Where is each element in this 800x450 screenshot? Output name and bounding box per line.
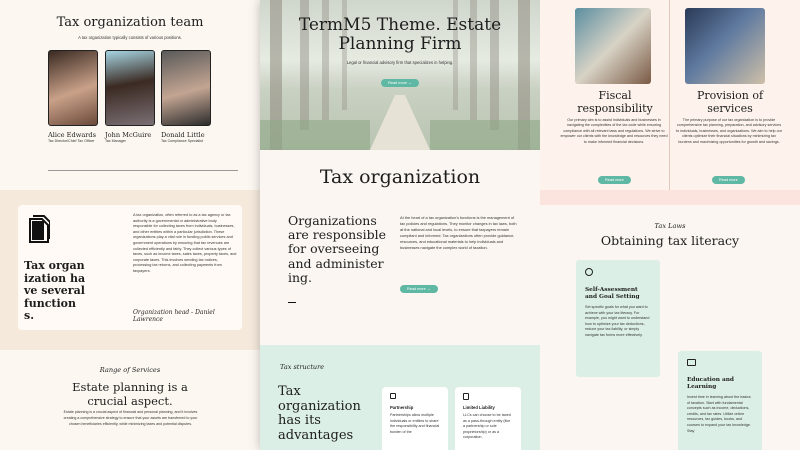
taxorg-section: Tax organization Organizations are respo… [260, 150, 540, 345]
member-name: Donald Little [161, 131, 205, 139]
structure-kicker: Tax structure [280, 363, 325, 371]
hero-title: TermM5 Theme. Estate Planning Firm [298, 15, 502, 54]
feature-image [685, 8, 765, 84]
structure-card: Partnership Partnerships allow multiple … [382, 387, 448, 450]
team-member: John McGuire Tax Manager [105, 50, 157, 144]
column-left: Tax organization team A tax organization… [0, 0, 260, 450]
feature-body: Our primary aim is to assist individuals… [560, 118, 668, 144]
column-right: Fiscal responsibility Our primary aim is… [540, 0, 800, 450]
features-section: Fiscal responsibility Our primary aim is… [540, 0, 800, 205]
taxorg-underline [288, 302, 296, 303]
target-icon [585, 268, 593, 276]
taxorg-body: At the heart of a tax organization's fun… [400, 215, 517, 250]
taxorg-read-more-button[interactable]: Read more → [400, 285, 438, 293]
feature-read-more-button[interactable]: Read more [712, 176, 745, 184]
functions-card: Tax organization have several functions.… [18, 205, 242, 330]
partnership-icon [390, 393, 396, 399]
hero-section: TermM5 Theme. Estate Planning Firm Legal… [260, 0, 540, 150]
member-role: Tax Manager [105, 139, 126, 143]
document-icon [28, 215, 51, 243]
structure-heading: Tax organization has its advantages [278, 384, 361, 443]
card-body: Set specific goals for what you want to … [585, 305, 650, 337]
services-kicker: Range of Services [99, 366, 161, 374]
team-subtitle: A tax organization typically consists of… [78, 35, 182, 40]
avatar [48, 50, 98, 126]
feature-read-more-button[interactable]: Read more [598, 176, 631, 184]
team-section: Tax organization team A tax organization… [0, 0, 260, 190]
team-title: Tax organization team [56, 15, 204, 30]
member-role: Tax Compliance Specialist [161, 139, 203, 143]
feature-title: Fiscal responsibility [577, 89, 653, 115]
monitor-icon [687, 359, 696, 366]
functions-section: Tax organization have several functions.… [0, 190, 260, 350]
team-member: Alice Edwards Tax Director/Chief Tax Off… [48, 50, 100, 144]
feature-card: Provision of services The primary purpos… [670, 0, 800, 190]
divider [48, 170, 238, 171]
avatar [161, 50, 211, 126]
avatar [105, 50, 155, 126]
taxorg-title: Tax organization [319, 166, 481, 188]
services-body: Estate planning is a crucial aspect of f… [63, 410, 198, 426]
card-body: Partnerships allow multiple individuals … [390, 413, 440, 434]
column-center: TermM5 Theme. Estate Planning Firm Legal… [260, 0, 540, 450]
structure-section: Tax structure Tax organization has its a… [260, 345, 540, 450]
member-name: Alice Edwards [48, 131, 97, 139]
card-body: Invest time in learning about the basics… [687, 395, 751, 433]
functions-heading: Tax organization have several functions. [24, 259, 86, 322]
services-section: Range of Services Estate planning is a c… [0, 350, 260, 450]
member-name: John McGuire [105, 131, 152, 139]
card-title: Education and Learning [687, 377, 734, 390]
card-body: LLCs can choose to be taxed as a pass-th… [463, 413, 511, 440]
team-member: Donald Little Tax Compliance Specialist [161, 50, 221, 144]
structure-card: Limited Liability LLCs can choose to be … [455, 387, 521, 450]
lock-icon [463, 393, 469, 400]
feature-title: Provision of services [696, 89, 764, 115]
feature-body: The primary purpose of our tax organizat… [676, 118, 782, 144]
literacy-title: Obtaining tax literacy [600, 233, 740, 248]
hero-read-more-button[interactable]: Read more → [381, 79, 419, 87]
literacy-card: Self-Assessment and Goal Setting Set spe… [576, 260, 660, 377]
literacy-kicker: Tax Laws [654, 222, 686, 230]
card-title: Self-Assessment and Goal Setting [585, 287, 640, 300]
card-title: Partnership [390, 405, 414, 410]
functions-body: A tax organization, often referred to as… [133, 213, 237, 273]
feature-card: Fiscal responsibility Our primary aim is… [540, 0, 669, 190]
services-title: Estate planning is a crucial aspect. [72, 380, 188, 408]
feature-image [575, 8, 651, 84]
functions-signature: Organization head - Daniel Lawrence [133, 309, 215, 323]
member-role: Tax Director/Chief Tax Officer [48, 139, 95, 143]
literacy-section: Tax Laws Obtaining tax literacy Self-Ass… [540, 205, 800, 450]
card-title: Limited Liability [463, 405, 495, 410]
hero-subtitle: Legal or financial advisory firm that sp… [346, 60, 454, 65]
taxorg-big-text: Organizations are responsible for overse… [288, 213, 386, 285]
literacy-card: Education and Learning Invest time in le… [678, 351, 762, 450]
